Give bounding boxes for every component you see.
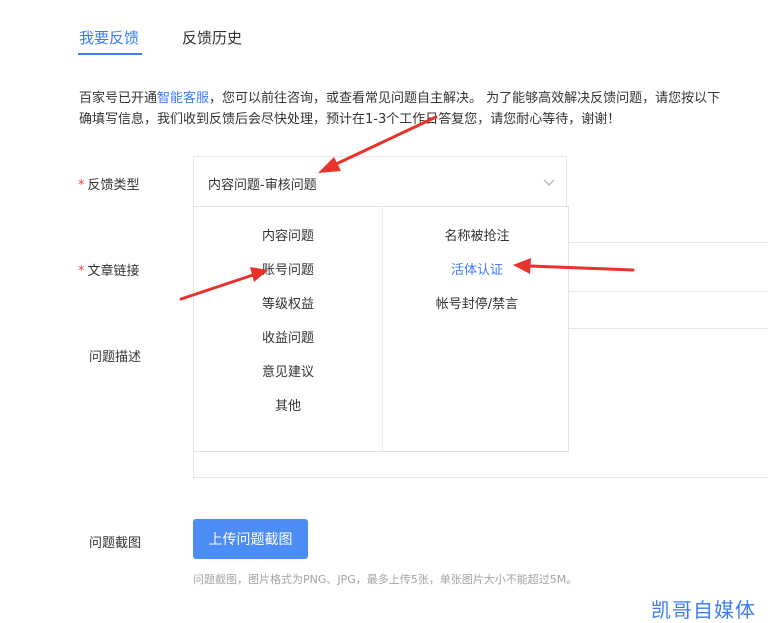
feedback-type-selected-value: 内容问题-审核问题 [208, 178, 317, 193]
upload-screenshot-button[interactable]: 上传问题截图 [193, 519, 308, 559]
menu-item-account-issue[interactable]: 账号问题 [194, 259, 382, 278]
menu-item-other[interactable]: 其他 [194, 395, 382, 414]
watermark: 凯哥自媒体 [651, 598, 756, 622]
menu-item-level-rights[interactable]: 等级权益 [194, 293, 382, 312]
article-link-label: * 文章链接 [78, 260, 140, 279]
tab-history[interactable]: 反馈历史 [182, 27, 242, 48]
smart-service-link[interactable]: 智能客服 [157, 91, 209, 106]
feedback-type-label-text: 反馈类型 [87, 178, 140, 193]
menu-item-liveness-verification[interactable]: 活体认证 [383, 259, 571, 278]
notice-prefix: 百家号已开通 [79, 91, 158, 106]
problem-screenshot-label: 问题截图 [89, 536, 142, 551]
menu-item-suggestion[interactable]: 意见建议 [194, 361, 382, 380]
menu-item-name-squatted[interactable]: 名称被抢注 [383, 225, 571, 244]
notice-suffix: ，您可以前往咨询，或查看常见问题自主解决。 为了能够高效解决反馈问题，请您按以下 [209, 91, 721, 106]
feedback-type-label: * 反馈类型 [78, 174, 140, 193]
notice-line-2: 确填写信息，我们收到反馈后会尽快处理，预计在1-3个工作日答复您，请您耐心等待，… [79, 112, 621, 127]
active-tab-indicator [78, 53, 142, 55]
menu-item-account-suspended[interactable]: 帐号封停/禁言 [383, 293, 571, 312]
chevron-down-icon [542, 174, 556, 188]
tab-feedback[interactable]: 我要反馈 [79, 27, 139, 48]
feedback-type-dropdown: 内容问题 账号问题 等级权益 收益问题 意见建议 其他 名称被抢注 活体认证 帐… [193, 206, 569, 452]
menu-item-content-issue[interactable]: 内容问题 [194, 225, 382, 244]
notice-line-1: 百家号已开通智能客服，您可以前往咨询，或查看常见问题自主解决。 为了能够高效解决… [79, 87, 720, 106]
problem-description-label: 问题描述 [89, 350, 142, 365]
required-mark: * [78, 264, 85, 279]
upload-hint: 问题截图，图片格式为PNG、JPG，最多上传5张，单张图片大小不能超过5M。 [193, 573, 578, 586]
required-mark: * [78, 178, 85, 193]
article-link-label-text: 文章链接 [87, 264, 140, 279]
feedback-type-select[interactable]: 内容问题-审核问题 [193, 156, 567, 207]
menu-item-income-issue[interactable]: 收益问题 [194, 327, 382, 346]
